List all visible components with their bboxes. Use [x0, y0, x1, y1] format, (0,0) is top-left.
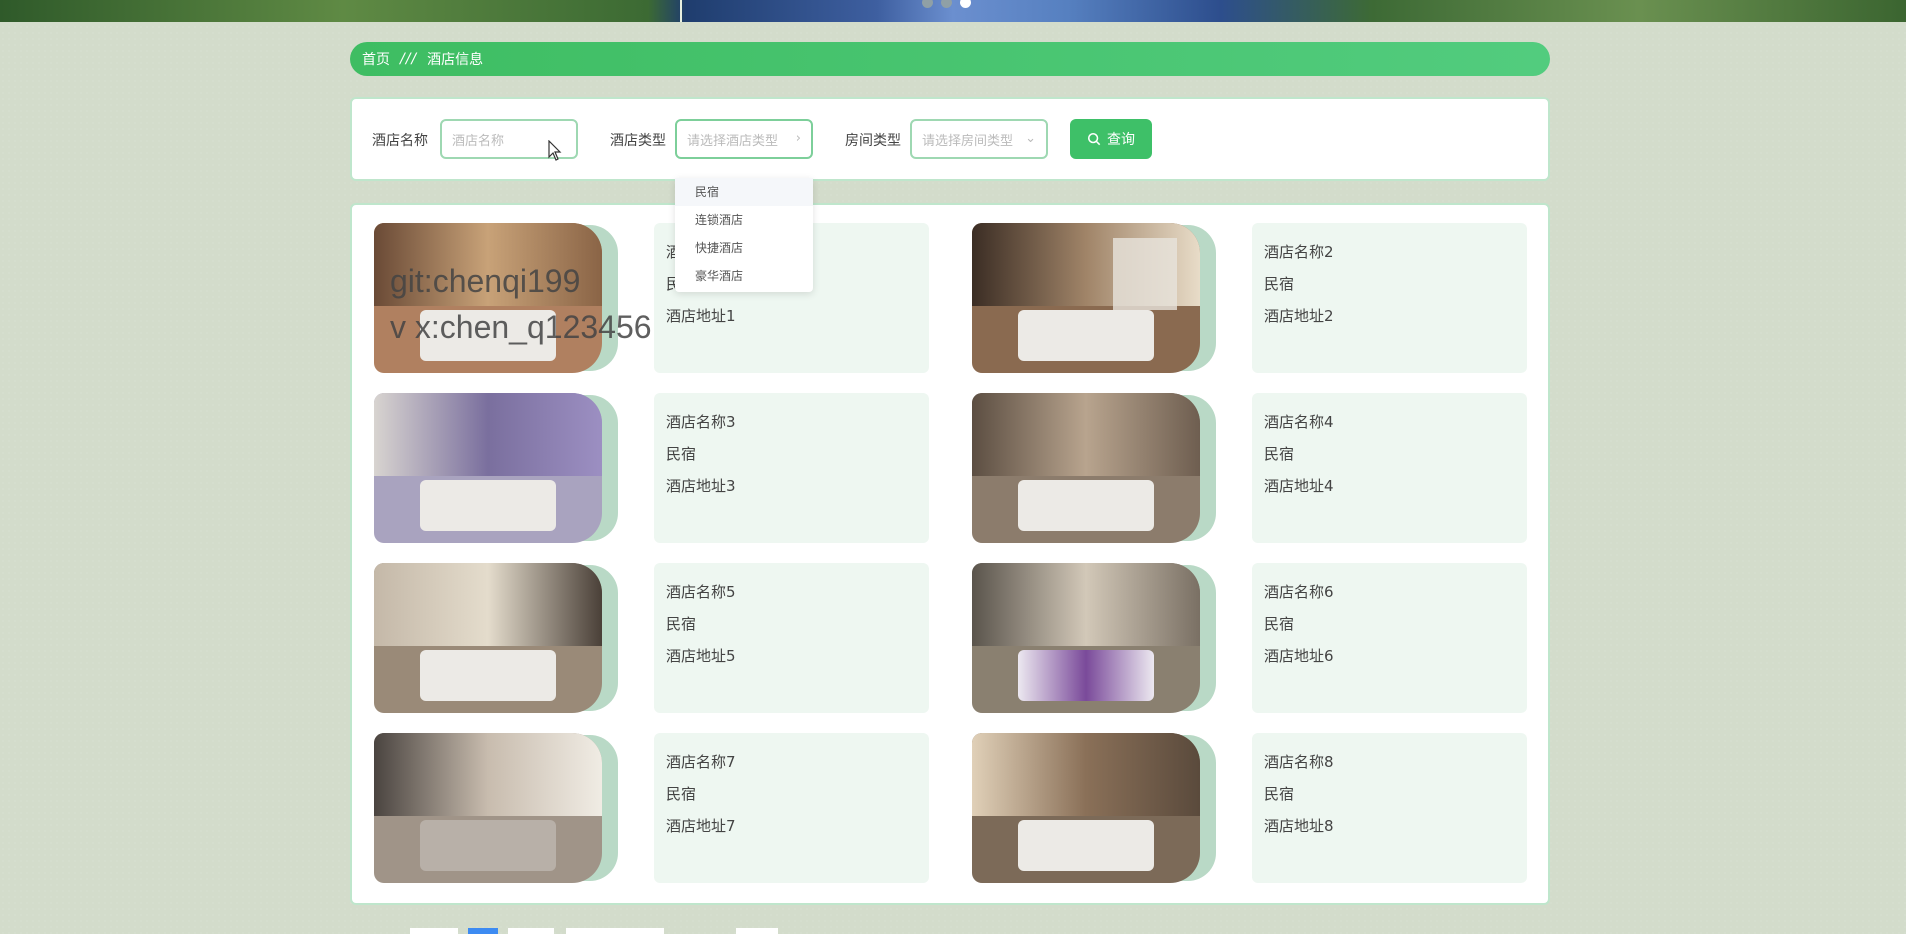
chevron-down-icon: ⌄ — [1025, 131, 1036, 146]
dropdown-option[interactable]: 连锁酒店 — [675, 206, 813, 234]
hotel-name[interactable]: 酒店名称5 — [666, 581, 929, 613]
carousel-dot-1[interactable] — [922, 0, 933, 8]
hotel-info: 酒店名称8 民宿 酒店地址8 — [1252, 733, 1527, 883]
pager-next-button[interactable] — [508, 928, 554, 934]
hotel-card[interactable]: 酒店名称2 民宿 酒店地址2 — [972, 223, 1552, 373]
hotel-image[interactable] — [374, 733, 602, 883]
mouse-cursor-icon — [548, 140, 562, 161]
room-type-placeholder: 请选择房间类型 — [922, 133, 1014, 149]
hotel-address: 酒店地址5 — [666, 647, 736, 665]
hotel-address: 酒店地址3 — [666, 477, 736, 495]
hotel-name[interactable]: 酒店名称6 — [1264, 581, 1527, 613]
hotel-info: 酒店名称5 民宿 酒店地址5 — [654, 563, 929, 713]
watermark-line: git:chenqi199 — [390, 263, 581, 299]
breadcrumb-current: 酒店信息 — [427, 52, 484, 68]
hotel-image[interactable] — [972, 563, 1200, 713]
hotel-type: 民宿 — [666, 445, 697, 463]
pager-page-active[interactable] — [468, 928, 498, 934]
search-icon — [1087, 132, 1101, 146]
hotel-type-dropdown: 民宿 连锁酒店 快捷酒店 豪华酒店 — [675, 178, 813, 292]
chevron-right-icon: › — [795, 131, 801, 146]
hotel-card[interactable]: 酒店名称5 民宿 酒店地址5 — [374, 563, 954, 713]
hotel-name[interactable]: 酒店名称2 — [1264, 241, 1527, 273]
room-type-label: 房间类型 — [845, 133, 901, 149]
hotel-address: 酒店地址2 — [1264, 307, 1334, 325]
hotel-info: 酒店名称6 民宿 酒店地址6 — [1252, 563, 1527, 713]
hotel-image[interactable] — [374, 563, 602, 713]
hotel-info: 酒店名称7 民宿 酒店地址7 — [654, 733, 929, 883]
hotel-type-label: 酒店类型 — [610, 133, 666, 149]
hotel-name-label: 酒店名称 — [372, 133, 428, 149]
hotel-type-select[interactable]: 请选择酒店类型 › — [675, 119, 813, 159]
hotel-name[interactable]: 酒店名称7 — [666, 751, 929, 783]
hotel-name[interactable]: 酒店名称8 — [1264, 751, 1527, 783]
dropdown-option[interactable]: 民宿 — [675, 178, 813, 206]
hotel-image[interactable] — [972, 223, 1200, 373]
query-button[interactable]: 查询 — [1070, 119, 1152, 159]
carousel-indicators — [922, 0, 971, 8]
carousel-dot-3[interactable] — [960, 0, 971, 8]
hotel-image[interactable] — [972, 733, 1200, 883]
banner-divider — [680, 0, 682, 22]
hotel-address: 酒店地址4 — [1264, 477, 1334, 495]
hotel-card[interactable]: 酒店名称8 民宿 酒店地址8 — [972, 733, 1552, 883]
search-form: 酒店名称 酒店名称 酒店类型 请选择酒店类型 › 房间类型 请选择房间类型 ⌄ … — [350, 97, 1550, 181]
hotel-address: 酒店地址6 — [1264, 647, 1334, 665]
hotel-name[interactable]: 酒店名称3 — [666, 411, 929, 443]
hotel-info: 酒店名称3 民宿 酒店地址3 — [654, 393, 929, 543]
hotel-address: 酒店地址1 — [666, 307, 736, 325]
hotel-type: 民宿 — [1264, 275, 1295, 293]
watermark-line: v x:chen_q123456 — [390, 309, 652, 345]
pager-size-select[interactable] — [566, 928, 664, 934]
hotel-info: 酒店名称4 民宿 酒店地址4 — [1252, 393, 1527, 543]
hotel-type: 民宿 — [1264, 445, 1295, 463]
watermark: git:chenqi199 v x:chen_q123456 — [390, 258, 652, 350]
breadcrumb-separator: /// — [400, 51, 418, 67]
top-banner-carousel — [0, 0, 1906, 22]
hotel-type: 民宿 — [1264, 615, 1295, 633]
hotel-card[interactable]: 酒店名称4 民宿 酒店地址4 — [972, 393, 1552, 543]
hotel-image[interactable] — [374, 393, 602, 543]
query-button-label: 查询 — [1107, 132, 1135, 148]
hotel-address: 酒店地址8 — [1264, 817, 1334, 835]
hotel-card[interactable]: 酒店名称3 民宿 酒店地址3 — [374, 393, 954, 543]
hotel-type: 民宿 — [666, 615, 697, 633]
pager-prev-button[interactable] — [410, 928, 458, 934]
hotel-card[interactable]: 酒店名称7 民宿 酒店地址7 — [374, 733, 954, 883]
hotel-name-placeholder: 酒店名称 — [452, 133, 505, 149]
hotel-name[interactable]: 酒店名称4 — [1264, 411, 1527, 443]
hotel-type: 民宿 — [666, 785, 697, 803]
dropdown-option[interactable]: 快捷酒店 — [675, 234, 813, 262]
hotel-info: 酒店名称2 民宿 酒店地址2 — [1252, 223, 1527, 373]
breadcrumb-home[interactable]: 首页 — [362, 49, 390, 69]
hotel-image[interactable] — [972, 393, 1200, 543]
hotel-card[interactable]: 酒店名称6 民宿 酒店地址6 — [972, 563, 1552, 713]
dropdown-option[interactable]: 豪华酒店 — [675, 262, 813, 290]
pager-jump-input[interactable] — [736, 928, 778, 934]
breadcrumb: 首页 /// 酒店信息 — [350, 42, 1550, 76]
room-type-select[interactable]: 请选择房间类型 ⌄ — [910, 119, 1048, 159]
hotel-address: 酒店地址7 — [666, 817, 736, 835]
hotel-type-placeholder: 请选择酒店类型 — [687, 133, 779, 149]
carousel-dot-2[interactable] — [941, 0, 952, 8]
hotel-type: 民宿 — [1264, 785, 1295, 803]
